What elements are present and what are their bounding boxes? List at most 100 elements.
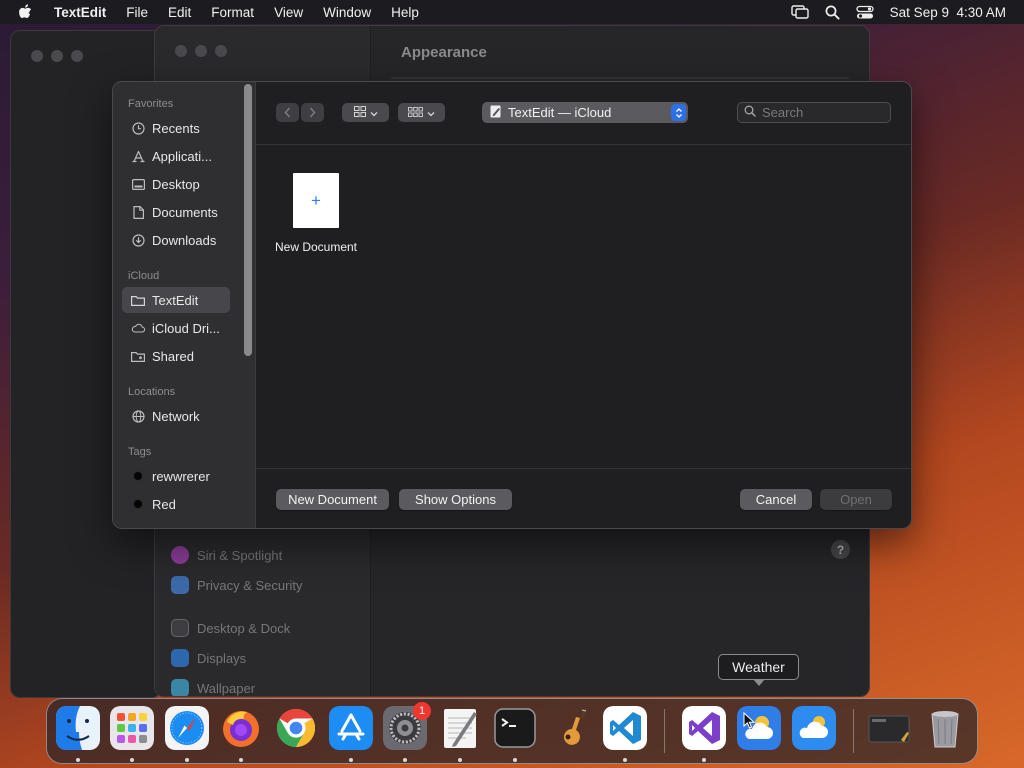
close-window-button[interactable] xyxy=(31,50,43,62)
menu-format[interactable]: Format xyxy=(211,5,254,20)
new-document-button[interactable]: New Document xyxy=(276,489,389,510)
search-icon xyxy=(744,104,756,122)
up-down-chevron-icon xyxy=(671,104,686,121)
sidebar-item-applications[interactable]: Applicati... xyxy=(122,143,230,169)
sidebar-item-desktop[interactable]: Desktop xyxy=(122,171,230,197)
notification-badge: 1 xyxy=(413,702,431,720)
textedit-document-icon xyxy=(490,105,502,121)
running-indicator xyxy=(458,758,462,762)
menu-file[interactable]: File xyxy=(126,5,148,20)
new-document-thumbnail[interactable]: + xyxy=(293,173,339,228)
sidebar-item-label: iCloud Dri... xyxy=(152,320,220,336)
search-field[interactable] xyxy=(737,102,891,123)
dock-vscode[interactable] xyxy=(603,706,647,750)
sidebar-item-label: Downloads xyxy=(152,232,217,248)
tag-dot-icon xyxy=(131,469,145,483)
zoom-window-button[interactable] xyxy=(71,50,83,62)
dock-chrome[interactable] xyxy=(274,706,318,750)
group-view-button[interactable] xyxy=(398,103,445,122)
dock-textedit[interactable] xyxy=(438,706,482,750)
control-center-icon[interactable] xyxy=(856,5,874,20)
settings-item-label: Desktop & Dock xyxy=(197,620,291,636)
settings-item-wallpaper[interactable]: Wallpaper xyxy=(171,679,255,696)
file-item-label: New Document xyxy=(274,240,358,254)
file-item-new-document[interactable]: + New Document xyxy=(270,173,362,254)
dock-firefox[interactable] xyxy=(219,706,263,750)
search-input[interactable] xyxy=(762,105,882,120)
menu-edit[interactable]: Edit xyxy=(168,5,191,20)
sidebar-item-textedit[interactable]: TextEdit xyxy=(122,287,230,313)
sidebar-tag-rewwrerer[interactable]: rewwrerer xyxy=(122,463,230,489)
settings-item-label: Privacy & Security xyxy=(197,577,303,593)
firefox-icon xyxy=(223,711,259,747)
location-popup[interactable]: TextEdit — iCloud xyxy=(482,102,688,123)
running-indicator xyxy=(403,758,407,762)
menu-clock[interactable]: Sat Sep 9 4:30 AM xyxy=(890,5,1006,20)
window-controls xyxy=(31,50,83,62)
sidebar-item-label: rewwrerer xyxy=(152,468,210,484)
dock-weather-alt[interactable] xyxy=(792,706,836,750)
dialog-toolbar: TextEdit — iCloud xyxy=(256,82,911,145)
section-tags: Tags xyxy=(128,446,152,458)
dock-app-store[interactable] xyxy=(329,706,373,750)
dock-safari[interactable] xyxy=(165,706,209,750)
sidebar-item-network[interactable]: Network xyxy=(122,403,230,429)
settings-close-button[interactable] xyxy=(175,45,187,57)
settings-zoom-button[interactable] xyxy=(215,45,227,57)
show-options-button[interactable]: Show Options xyxy=(399,489,512,510)
forward-button[interactable] xyxy=(301,103,324,122)
settings-item-displays[interactable]: Displays xyxy=(171,649,246,667)
desktop-icon xyxy=(131,177,145,191)
back-button[interactable] xyxy=(276,103,299,122)
trash-icon xyxy=(931,711,959,748)
open-button[interactable]: Open xyxy=(820,489,892,510)
dock-trash[interactable] xyxy=(923,706,967,750)
terminal-icon xyxy=(494,708,536,748)
settings-minimize-button[interactable] xyxy=(195,45,207,57)
document-icon xyxy=(131,205,145,219)
menu-help[interactable]: Help xyxy=(391,5,419,20)
dock-terminal[interactable] xyxy=(493,706,537,750)
sidebar-scrollbar[interactable] xyxy=(244,84,252,356)
finder-icon xyxy=(56,706,100,750)
icon-view-button[interactable] xyxy=(342,103,389,122)
screen-mirroring-icon[interactable] xyxy=(790,5,809,19)
dock-visual-studio[interactable] xyxy=(682,706,726,750)
mouse-pointer-icon xyxy=(743,711,756,734)
garageband-icon xyxy=(563,708,587,745)
settings-item-desktop-dock[interactable]: Desktop & Dock xyxy=(171,619,290,637)
minimize-window-button[interactable] xyxy=(51,50,63,62)
sidebar-tag-red[interactable]: Red xyxy=(122,491,230,517)
settings-item-privacy-security[interactable]: Privacy & Security xyxy=(171,576,302,594)
help-button[interactable]: ? xyxy=(831,540,850,559)
running-indicator xyxy=(130,758,134,762)
sidebar-item-downloads[interactable]: Downloads xyxy=(122,227,230,253)
dock-launchpad[interactable] xyxy=(110,706,154,750)
sidebar-item-shared[interactable]: Shared xyxy=(122,343,230,369)
dock-garageband[interactable] xyxy=(548,706,592,750)
settings-page-title: Appearance xyxy=(401,44,487,61)
settings-item-siri-spotlight[interactable]: Siri & Spotlight xyxy=(171,546,282,564)
menu-window[interactable]: Window xyxy=(323,5,371,20)
file-browser-area: + New Document xyxy=(256,145,911,468)
apple-menu-icon[interactable] xyxy=(18,4,38,20)
dock-separator xyxy=(664,709,665,753)
sidebar-item-label: Desktop xyxy=(152,176,200,192)
grid-icon xyxy=(353,104,366,122)
menu-app-name[interactable]: TextEdit xyxy=(54,5,106,20)
section-favorites: Favorites xyxy=(128,98,174,110)
menu-view[interactable]: View xyxy=(274,5,303,20)
sidebar-item-documents[interactable]: Documents xyxy=(122,199,230,225)
dock-finder[interactable] xyxy=(56,706,100,750)
cancel-button[interactable]: Cancel xyxy=(740,489,812,510)
sidebar-item-recents[interactable]: Recents xyxy=(122,115,230,141)
running-indicator xyxy=(239,758,243,762)
safari-icon xyxy=(165,706,209,750)
dialog-sidebar: Favorites Recents Applicati... Desktop D… xyxy=(113,82,256,528)
location-label: TextEdit — iCloud xyxy=(508,105,612,120)
hand-icon xyxy=(171,576,189,594)
launchpad-icon xyxy=(110,706,154,750)
sidebar-item-icloud-drive[interactable]: iCloud Dri... xyxy=(122,315,230,341)
spotlight-search-icon[interactable] xyxy=(825,5,840,20)
dock-screenshot-thumbnail[interactable] xyxy=(867,706,911,750)
